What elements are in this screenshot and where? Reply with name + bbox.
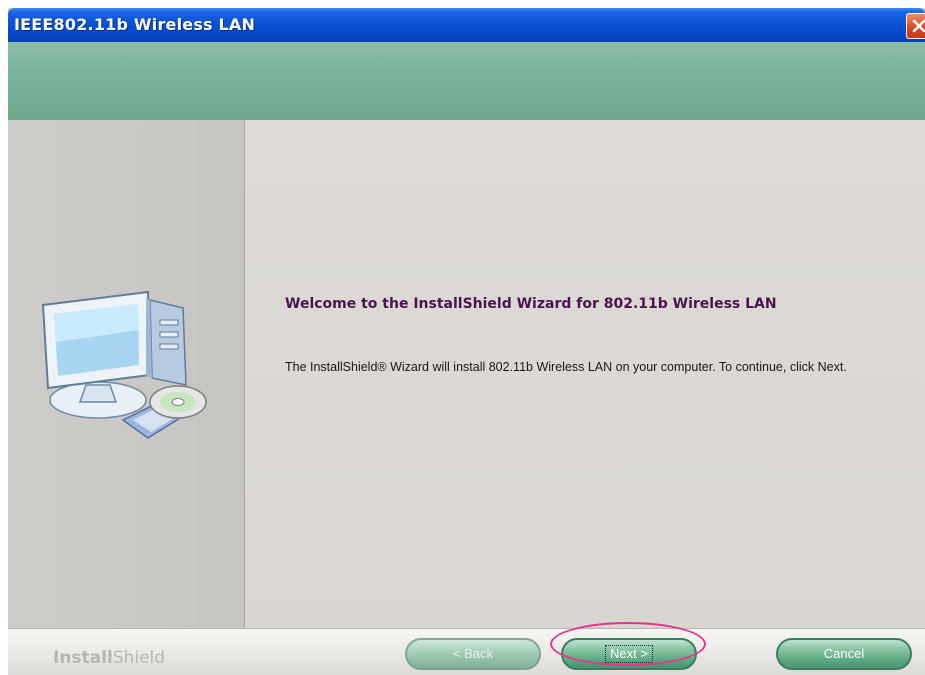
next-highlight-annotation (550, 622, 706, 666)
header-banner (8, 42, 925, 120)
welcome-description: The InstallShield® Wizard will install 8… (285, 360, 847, 374)
computer-install-icon (41, 290, 207, 439)
close-icon (912, 19, 925, 33)
brand-thin: Shield (112, 648, 166, 668)
title-bar[interactable]: IEEE802.11b Wireless LAN (8, 8, 925, 42)
button-bar: InstallShield < Back Next > Cancel (8, 628, 925, 675)
cancel-button[interactable]: Cancel (776, 638, 912, 670)
welcome-heading: Welcome to the InstallShield Wizard for … (285, 296, 777, 312)
back-button[interactable]: < Back (405, 638, 541, 670)
content-panel: Welcome to the InstallShield Wizard for … (245, 120, 925, 628)
side-panel (8, 120, 245, 628)
close-button[interactable] (906, 13, 925, 39)
installshield-logo: InstallShield (53, 648, 165, 668)
window-title: IEEE802.11b Wireless LAN (14, 15, 256, 34)
installer-window: IEEE802.11b Wireless LAN Welcome to the … (8, 8, 925, 675)
brand-bold: Install (53, 648, 113, 668)
